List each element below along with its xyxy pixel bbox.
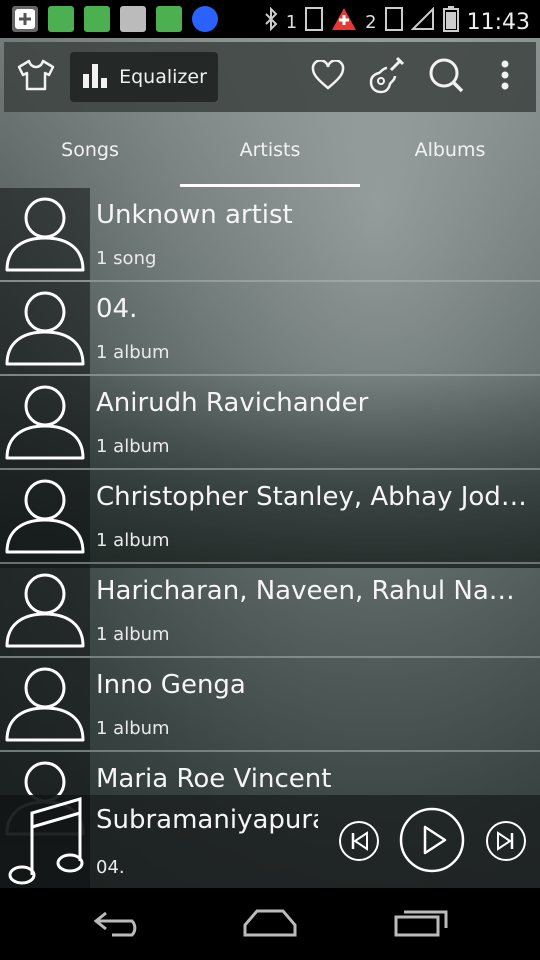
favorites-button[interactable] [308, 52, 348, 102]
artist-name: Haricharan, Naveen, Rahul Nambiar [96, 576, 536, 606]
search-button[interactable] [426, 52, 466, 102]
now-playing-bar[interactable]: Subramaniyapuram 04. [0, 795, 540, 888]
overflow-menu-button[interactable] [492, 52, 518, 102]
skip-previous-icon [338, 820, 380, 866]
equalizer-icon [81, 62, 109, 92]
list-item[interactable]: Christopher Stanley, Abhay Jodhpurkar 1 … [0, 470, 540, 564]
equalizer-button[interactable]: Equalizer [70, 52, 218, 102]
next-button[interactable] [485, 820, 527, 866]
guitar-icon [367, 56, 405, 98]
system-icons: 1 2 11:43 [264, 6, 530, 38]
notification-icons [12, 6, 218, 32]
artist-name: Maria Roe Vincent [96, 764, 332, 794]
play-button[interactable] [399, 807, 465, 877]
now-playing-title: Subramaniyapuram [96, 805, 318, 835]
music-note-icon [0, 795, 90, 888]
battery-icon [442, 6, 459, 38]
list-item[interactable]: Unknown artist 1 song [0, 188, 540, 282]
person-icon [0, 658, 90, 750]
artist-meta: 1 album [96, 342, 170, 363]
signal-icon [410, 6, 435, 37]
notification-shop-icon [48, 6, 74, 32]
artist-name: Inno Genga [96, 670, 246, 700]
person-icon [0, 470, 90, 562]
clock: 11:43 [466, 9, 530, 35]
back-button[interactable] [90, 906, 150, 942]
recents-button[interactable] [392, 906, 452, 942]
tab-albums[interactable]: Albums [360, 112, 540, 188]
back-icon [92, 907, 148, 941]
heart-icon [311, 59, 345, 94]
list-item[interactable]: Anirudh Ravichander 1 album [0, 376, 540, 470]
notification-add-icon [12, 6, 38, 32]
tab-songs[interactable]: Songs [0, 112, 180, 188]
artist-name: Unknown artist [96, 200, 293, 230]
list-item[interactable]: 04. 1 album [0, 282, 540, 376]
play-icon [399, 807, 465, 877]
active-tab-indicator [180, 184, 360, 187]
toolbar: Equalizer [4, 42, 536, 112]
artist-meta: 1 album [96, 436, 170, 457]
guitar-button[interactable] [366, 52, 406, 102]
person-icon [0, 376, 90, 468]
navigation-bar [0, 888, 540, 960]
home-button[interactable] [240, 906, 300, 942]
bluetooth-icon [264, 6, 278, 37]
shirt-icon [16, 58, 56, 96]
theme-button[interactable] [14, 52, 58, 102]
document-icon [305, 7, 324, 37]
person-icon [0, 564, 90, 656]
list-item[interactable]: Haricharan, Naveen, Rahul Nambiar 1 albu… [0, 564, 540, 658]
skip-next-icon [485, 820, 527, 866]
notif-count-2: 2 [365, 11, 377, 33]
search-icon [428, 57, 464, 97]
notification-shop-icon [84, 6, 110, 32]
artist-name: Anirudh Ravichander [96, 388, 369, 418]
home-icon [241, 907, 299, 941]
tab-artists[interactable]: Artists [180, 112, 360, 188]
person-icon [0, 188, 90, 280]
artist-name: 04. [96, 294, 138, 324]
tab-bar: Songs Artists Albums [0, 112, 540, 188]
list-item[interactable]: Inno Genga 1 album [0, 658, 540, 752]
artist-meta: 1 album [96, 718, 170, 739]
document-icon [384, 7, 403, 37]
alert-icon [331, 7, 357, 37]
artist-meta: 1 song [96, 248, 157, 269]
notification-s-icon [192, 6, 218, 32]
more-vert-icon [500, 60, 510, 94]
now-playing-subtitle: 04. [96, 857, 125, 878]
recents-icon [394, 907, 450, 941]
status-bar: 1 2 11:43 [0, 0, 540, 38]
notif-count-1: 1 [285, 11, 298, 33]
person-icon [0, 282, 90, 374]
artist-meta: 1 album [96, 530, 170, 551]
notification-shop-icon [156, 6, 182, 32]
artist-name: Christopher Stanley, Abhay Jodhpurkar [96, 482, 536, 512]
artist-meta: 1 album [96, 624, 170, 645]
notification-file-icon [120, 6, 146, 32]
previous-button[interactable] [338, 820, 380, 866]
equalizer-label: Equalizer [119, 66, 207, 88]
